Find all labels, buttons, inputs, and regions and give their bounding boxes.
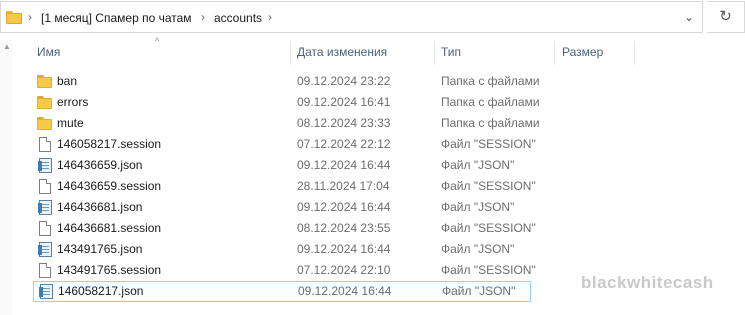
column-header-size[interactable]: Размер xyxy=(562,39,603,67)
file-date-modified: 08.12.2024 23:55 xyxy=(297,221,391,235)
file-date-modified: 09.12.2024 16:44 xyxy=(297,200,391,214)
file-name: ban xyxy=(57,74,78,88)
file-row[interactable]: ban 09.12.2024 23:22 Папка с файлами xyxy=(33,71,540,92)
file-row[interactable]: 146058217.json 09.12.2024 16:44 Файл "JSON… xyxy=(33,281,531,302)
chevron-right-icon[interactable]: › xyxy=(201,10,205,24)
file-icon xyxy=(37,137,53,152)
file-name: mute xyxy=(57,116,84,130)
file-name: 143491765.session xyxy=(57,263,162,277)
scrollbar[interactable]: ▲ xyxy=(0,40,12,315)
file-date-modified: 09.12.2024 16:41 xyxy=(297,95,391,109)
folder-icon xyxy=(37,74,53,89)
file-row[interactable]: 146058217.session 07.12.2024 22:12 Файл "S… xyxy=(33,134,536,155)
file-type: Файл "SESSION" xyxy=(441,221,536,235)
breadcrumb-item-parent[interactable]: [1 месяц] Спамер по чатам xyxy=(41,11,192,25)
file-date-modified: 07.12.2024 22:10 xyxy=(297,263,391,277)
file-date-modified: 09.12.2024 23:22 xyxy=(297,74,391,88)
file-type: Папка с файлами xyxy=(441,95,540,109)
file-row[interactable]: 146436659.json 09.12.2024 16:44 Файл "JSON… xyxy=(33,155,531,176)
breadcrumb[interactable]: › [1 месяц] Спамер по чатам › accounts ›… xyxy=(0,1,703,33)
refresh-button[interactable]: ↻ xyxy=(707,1,745,33)
file-row[interactable]: 143491765.session 07.12.2024 22:10 Файл "S… xyxy=(33,260,536,281)
file-date-modified: 09.12.2024 16:44 xyxy=(297,158,391,172)
file-name: 146436681.session xyxy=(57,221,162,235)
watermark: blackwhitecash xyxy=(581,273,714,292)
folder-icon xyxy=(37,95,53,110)
file-type: Файл "SESSION" xyxy=(441,137,536,151)
file-type: Файл "SESSION" xyxy=(441,179,536,193)
file-type: Файл "SESSION" xyxy=(441,263,536,277)
file-type: Файл "JSON" xyxy=(442,284,516,298)
chevron-right-icon[interactable]: › xyxy=(268,10,272,24)
file-name: 146058217.session xyxy=(57,137,162,151)
column-divider[interactable] xyxy=(554,41,555,65)
file-row[interactable]: mute 08.12.2024 23:33 Папка с файлами xyxy=(33,113,540,134)
column-headers: ^ Имя Дата изменения Тип Размер xyxy=(0,36,745,67)
column-header-name[interactable]: Имя xyxy=(37,39,60,67)
folder-icon xyxy=(6,11,22,24)
breadcrumb-item-accounts[interactable]: accounts xyxy=(214,11,262,25)
column-header-date[interactable]: Дата изменения xyxy=(297,39,387,67)
file-icon xyxy=(37,179,53,194)
file-list: ban 09.12.2024 23:22 Папка с файлами errors… xyxy=(33,71,540,302)
file-type: Файл "JSON" xyxy=(441,200,515,214)
chevron-down-icon[interactable]: ⌄ xyxy=(684,10,694,24)
column-divider[interactable] xyxy=(290,41,291,65)
file-name: errors xyxy=(57,95,89,109)
file-date-modified: 07.12.2024 22:12 xyxy=(297,137,391,151)
file-row[interactable]: 146436681.json 09.12.2024 16:44 Файл "JSON… xyxy=(33,197,531,218)
file-icon xyxy=(37,221,53,236)
file-row[interactable]: 143491765.json 09.12.2024 16:44 Файл "JSON… xyxy=(33,239,531,260)
file-icon xyxy=(37,263,53,278)
file-row[interactable]: errors 09.12.2024 16:41 Папка с файлами xyxy=(33,92,540,113)
file-date-modified: 28.11.2024 17:04 xyxy=(297,179,390,193)
file-name: 146436681.json xyxy=(57,200,143,214)
chevron-right-icon[interactable]: › xyxy=(28,10,32,24)
file-row[interactable]: 146436681.session 08.12.2024 23:55 Файл "S… xyxy=(33,218,536,239)
refresh-icon: ↻ xyxy=(719,8,732,25)
file-type: Папка с файлами xyxy=(441,74,540,88)
json-file-icon xyxy=(38,284,54,299)
file-name: 146058217.json xyxy=(58,284,144,298)
file-name: 146436659.json xyxy=(57,158,143,172)
file-type: Файл "JSON" xyxy=(441,242,515,256)
column-divider[interactable] xyxy=(634,41,635,65)
json-file-icon xyxy=(37,242,53,257)
column-header-type[interactable]: Тип xyxy=(441,39,461,67)
file-name: 146436659.session xyxy=(57,179,162,193)
file-row[interactable]: 146436659.session 28.11.2024 17:04 Файл "S… xyxy=(33,176,536,197)
column-divider[interactable] xyxy=(434,41,435,65)
file-type: Файл "JSON" xyxy=(441,158,515,172)
file-date-modified: 09.12.2024 16:44 xyxy=(298,284,392,298)
file-type: Папка с файлами xyxy=(441,116,540,130)
file-date-modified: 08.12.2024 23:33 xyxy=(297,116,391,130)
sort-ascending-icon: ^ xyxy=(155,36,160,46)
folder-icon xyxy=(37,116,53,131)
address-bar: › [1 месяц] Спамер по чатам › accounts ›… xyxy=(0,0,745,36)
file-name: 143491765.json xyxy=(57,242,143,256)
file-date-modified: 09.12.2024 16:44 xyxy=(297,242,391,256)
json-file-icon xyxy=(37,200,53,215)
json-file-icon xyxy=(37,158,53,173)
